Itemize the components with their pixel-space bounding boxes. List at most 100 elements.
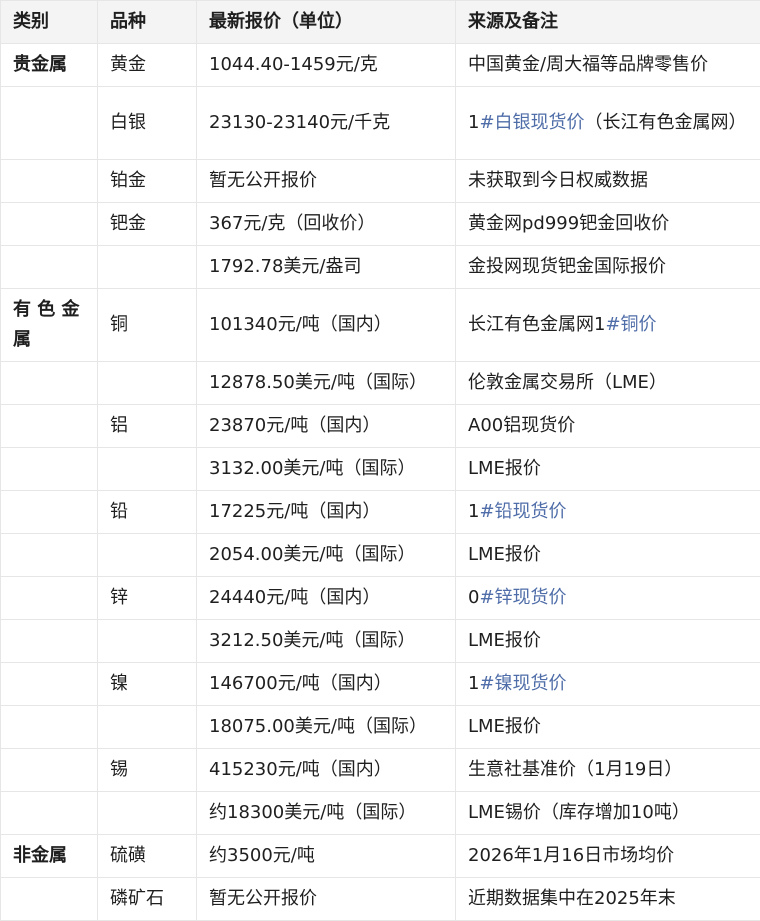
cell-category	[1, 87, 98, 160]
cell-source: LME报价	[456, 620, 760, 663]
table-row: 12878.50美元/吨（国际） 伦敦金属交易所（LME）	[1, 362, 760, 405]
cell-category: 贵金属	[1, 44, 98, 87]
source-text: LME报价	[468, 458, 541, 479]
cell-price: 23130-23140元/千克	[197, 87, 456, 160]
cell-source: 近期数据集中在2025年末	[456, 878, 760, 921]
header-source: 来源及备注	[456, 1, 760, 44]
table-row: 贵金属黄金1044.40-1459元/克中国黄金/周大福等品牌零售价	[1, 44, 760, 87]
table-row: 锡415230元/吨（国内）生意社基准价（1月19日）	[1, 749, 760, 792]
cell-source: 1#镍现货价	[456, 663, 760, 706]
cell-category: 非金属	[1, 835, 98, 878]
source-text: 1	[468, 673, 479, 694]
cell-category	[1, 620, 98, 663]
table-row: 1792.78美元/盎司金投网现货钯金国际报价	[1, 246, 760, 289]
cell-price: 18075.00美元/吨（国际）	[197, 706, 456, 749]
reference-link[interactable]: #镍现货价	[479, 673, 566, 694]
source-text: 2026年1月16日市场均价	[468, 845, 674, 866]
source-text: 黄金网pd999钯金回收价	[468, 213, 669, 234]
cell-variety	[98, 534, 197, 577]
cell-price: 367元/克（回收价）	[197, 203, 456, 246]
cell-category	[1, 878, 98, 921]
cell-variety: 锌	[98, 577, 197, 620]
reference-link[interactable]: #铜价	[605, 314, 656, 335]
header-category: 类别	[1, 1, 98, 44]
header-price: 最新报价（单位）	[197, 1, 456, 44]
cell-source: 生意社基准价（1月19日）	[456, 749, 760, 792]
cell-source: 2026年1月16日市场均价	[456, 835, 760, 878]
source-text: 金投网现货钯金国际报价	[468, 256, 666, 277]
cell-source: 中国黄金/周大福等品牌零售价	[456, 44, 760, 87]
cell-category	[1, 405, 98, 448]
cell-price: 24440元/吨（国内）	[197, 577, 456, 620]
cell-price: 146700元/吨（国内）	[197, 663, 456, 706]
cell-variety	[98, 706, 197, 749]
source-text: 0	[468, 587, 479, 608]
cell-price: 1792.78美元/盎司	[197, 246, 456, 289]
table-row: 铂金暂无公开报价未获取到今日权威数据	[1, 160, 760, 203]
cell-source: 未获取到今日权威数据	[456, 160, 760, 203]
cell-variety: 镍	[98, 663, 197, 706]
cell-price: 1044.40-1459元/克	[197, 44, 456, 87]
cell-variety: 钯金	[98, 203, 197, 246]
cell-category: 有 色 金 属	[1, 289, 98, 362]
source-text: 1	[468, 112, 479, 133]
cell-variety: 铝	[98, 405, 197, 448]
source-text: 伦敦金属交易所（LME）	[468, 372, 667, 393]
cell-variety	[98, 362, 197, 405]
cell-variety: 铂金	[98, 160, 197, 203]
table-body: 贵金属黄金1044.40-1459元/克中国黄金/周大福等品牌零售价白银2313…	[1, 44, 760, 921]
cell-variety: 黄金	[98, 44, 197, 87]
cell-source: 金投网现货钯金国际报价	[456, 246, 760, 289]
source-text: 近期数据集中在2025年末	[468, 888, 676, 909]
cell-source: 伦敦金属交易所（LME）	[456, 362, 760, 405]
table-row: 钯金367元/克（回收价） 黄金网pd999钯金回收价	[1, 203, 760, 246]
cell-variety: 白银	[98, 87, 197, 160]
cell-variety: 铅	[98, 491, 197, 534]
cell-category	[1, 491, 98, 534]
source-text: LME报价	[468, 630, 541, 651]
source-text: 未获取到今日权威数据	[468, 170, 648, 191]
cell-variety	[98, 246, 197, 289]
source-text: LME锡价（库存增加10吨）	[468, 802, 690, 823]
cell-source: LME锡价（库存增加10吨）	[456, 792, 760, 835]
cell-variety: 铜	[98, 289, 197, 362]
cell-source: 长江有色金属网1#铜价	[456, 289, 760, 362]
table-row: 磷矿石暂无公开报价近期数据集中在2025年末	[1, 878, 760, 921]
cell-price: 12878.50美元/吨（国际）	[197, 362, 456, 405]
cell-category	[1, 577, 98, 620]
cell-source: LME报价	[456, 448, 760, 491]
cell-category	[1, 749, 98, 792]
cell-source: 1#铅现货价	[456, 491, 760, 534]
source-text: （长江有色金属网）	[585, 112, 747, 133]
table-row: 白银23130-23140元/千克 1#白银现货价（长江有色金属网）	[1, 87, 760, 160]
table-row: 2054.00美元/吨（国际） LME报价	[1, 534, 760, 577]
cell-source: A00铝现货价	[456, 405, 760, 448]
source-text: LME报价	[468, 544, 541, 565]
cell-price: 2054.00美元/吨（国际）	[197, 534, 456, 577]
table-row: 有 色 金 属铜101340元/吨（国内）长江有色金属网1#铜价	[1, 289, 760, 362]
cell-source: LME报价	[456, 534, 760, 577]
reference-link[interactable]: #锌现货价	[479, 587, 566, 608]
table-row: 镍146700元/吨（国内）1#镍现货价	[1, 663, 760, 706]
source-text: 长江有色金属网1	[468, 314, 605, 335]
cell-price: 17225元/吨（国内）	[197, 491, 456, 534]
table-row: 非金属硫磺约3500元/吨 2026年1月16日市场均价	[1, 835, 760, 878]
cell-variety	[98, 620, 197, 663]
table-row: 18075.00美元/吨（国际）LME报价	[1, 706, 760, 749]
cell-category	[1, 160, 98, 203]
cell-variety: 硫磺	[98, 835, 197, 878]
source-text: 生意社基准价（1月19日）	[468, 759, 682, 780]
table-row: 3132.00美元/吨（国际） LME报价	[1, 448, 760, 491]
cell-category	[1, 362, 98, 405]
table-row: 3212.50美元/吨（国际）LME报价	[1, 620, 760, 663]
reference-link[interactable]: #白银现货价	[479, 112, 584, 133]
cell-price: 23870元/吨（国内）	[197, 405, 456, 448]
reference-link[interactable]: #铅现货价	[479, 501, 566, 522]
cell-price: 约3500元/吨	[197, 835, 456, 878]
cell-variety	[98, 792, 197, 835]
cell-price: 101340元/吨（国内）	[197, 289, 456, 362]
header-variety: 品种	[98, 1, 197, 44]
cell-source: LME报价	[456, 706, 760, 749]
cell-category	[1, 246, 98, 289]
cell-price: 3132.00美元/吨（国际）	[197, 448, 456, 491]
